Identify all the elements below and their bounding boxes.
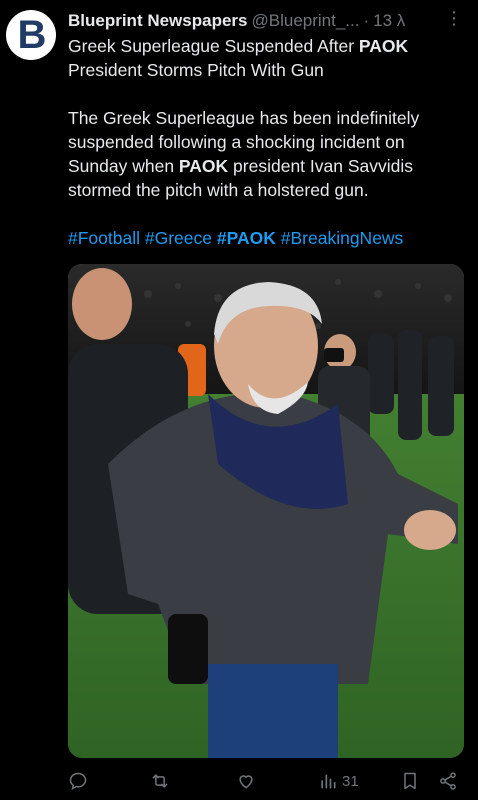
avatar[interactable]: B — [6, 10, 56, 60]
hashtag-line: #Football #Greece #PAOK #BreakingNews — [68, 226, 468, 250]
like-button[interactable] — [236, 771, 256, 791]
avatar-letter: B — [17, 13, 47, 57]
tweet-photo[interactable] — [68, 264, 464, 758]
tweet-actions: 31 — [68, 770, 464, 792]
author-handle[interactable]: @Blueprint_... — [252, 11, 360, 31]
tweet-paragraph: The Greek Superleague has been indefinit… — [68, 106, 468, 202]
bookmark-button[interactable] — [400, 771, 420, 791]
views-icon — [321, 774, 336, 789]
views-count: 31 — [342, 772, 359, 790]
bookmark-icon — [404, 772, 416, 790]
headline-bold: PAOK — [358, 36, 409, 56]
share-icon — [440, 772, 456, 790]
like-icon — [239, 775, 253, 789]
retweet-icon — [152, 774, 168, 788]
hashtag-link[interactable]: #PAOK — [217, 228, 276, 248]
hashtag-link[interactable]: #Greece — [145, 228, 212, 248]
reply-button[interactable] — [68, 771, 88, 791]
retweet-button[interactable] — [150, 771, 170, 791]
paragraph-bold: PAOK — [178, 156, 229, 176]
hashtag-link[interactable]: #Football — [68, 228, 140, 248]
photo-illustration — [68, 264, 464, 758]
headline-text-end: President Storms Pitch With Gun — [68, 60, 324, 80]
share-button[interactable] — [438, 771, 458, 791]
views-button[interactable]: 31 — [318, 771, 359, 791]
tweet-header: Blueprint Newspapers @Blueprint_... · 13… — [68, 8, 464, 32]
tweet-headline: Greek Superleague Suspended After PAOK P… — [68, 34, 468, 82]
reply-icon — [69, 772, 87, 790]
tweet-timestamp[interactable]: 13 λ — [373, 11, 405, 31]
author-name[interactable]: Blueprint Newspapers — [68, 11, 248, 31]
hashtag-link[interactable]: #BreakingNews — [281, 228, 404, 248]
separator-dot: · — [363, 11, 370, 30]
headline-text: Greek Superleague Suspended After — [68, 36, 359, 56]
tweet-text: Greek Superleague Suspended After PAOK P… — [68, 34, 468, 250]
more-options-icon[interactable]: ⋮ — [445, 8, 464, 29]
